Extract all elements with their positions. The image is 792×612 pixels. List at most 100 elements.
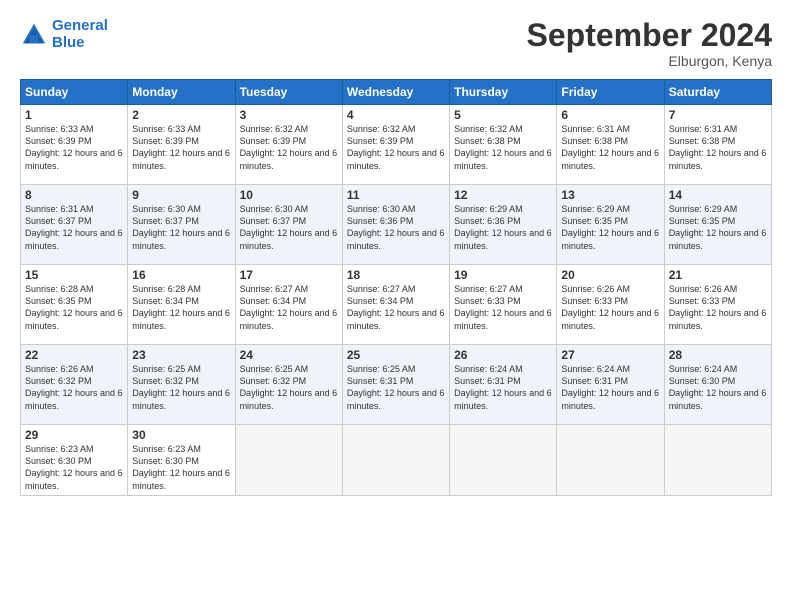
- cell-info: Sunrise: 6:24 AMSunset: 6:31 PMDaylight:…: [454, 364, 552, 410]
- col-header-saturday: Saturday: [664, 80, 771, 105]
- cell-info: Sunrise: 6:30 AMSunset: 6:37 PMDaylight:…: [132, 204, 230, 250]
- cell-info: Sunrise: 6:28 AMSunset: 6:35 PMDaylight:…: [25, 284, 123, 330]
- cell-info: Sunrise: 6:27 AMSunset: 6:34 PMDaylight:…: [347, 284, 445, 330]
- cal-cell: 7 Sunrise: 6:31 AMSunset: 6:38 PMDayligh…: [664, 105, 771, 185]
- day-number: 30: [132, 428, 230, 442]
- location: Elburgon, Kenya: [527, 53, 772, 69]
- logo-general: General: [52, 17, 108, 34]
- week-row-5: 29 Sunrise: 6:23 AMSunset: 6:30 PMDaylig…: [21, 425, 772, 496]
- cal-cell: 24 Sunrise: 6:25 AMSunset: 6:32 PMDaylig…: [235, 345, 342, 425]
- cell-info: Sunrise: 6:26 AMSunset: 6:33 PMDaylight:…: [669, 284, 767, 330]
- day-number: 19: [454, 268, 552, 282]
- cal-cell: 29 Sunrise: 6:23 AMSunset: 6:30 PMDaylig…: [21, 425, 128, 496]
- day-number: 2: [132, 108, 230, 122]
- day-number: 23: [132, 348, 230, 362]
- logo-icon: [20, 21, 48, 49]
- cal-cell: 2 Sunrise: 6:33 AMSunset: 6:39 PMDayligh…: [128, 105, 235, 185]
- cal-cell: [235, 425, 342, 496]
- calendar-table: SundayMondayTuesdayWednesdayThursdayFrid…: [20, 79, 772, 496]
- day-number: 21: [669, 268, 767, 282]
- day-number: 3: [240, 108, 338, 122]
- cell-info: Sunrise: 6:32 AMSunset: 6:39 PMDaylight:…: [347, 124, 445, 170]
- cell-info: Sunrise: 6:23 AMSunset: 6:30 PMDaylight:…: [25, 444, 123, 490]
- day-number: 4: [347, 108, 445, 122]
- cal-cell: 4 Sunrise: 6:32 AMSunset: 6:39 PMDayligh…: [342, 105, 449, 185]
- cal-cell: 8 Sunrise: 6:31 AMSunset: 6:37 PMDayligh…: [21, 185, 128, 265]
- month-title: September 2024: [527, 18, 772, 53]
- cal-cell: 13 Sunrise: 6:29 AMSunset: 6:35 PMDaylig…: [557, 185, 664, 265]
- cal-cell: 3 Sunrise: 6:32 AMSunset: 6:39 PMDayligh…: [235, 105, 342, 185]
- cal-cell: 14 Sunrise: 6:29 AMSunset: 6:35 PMDaylig…: [664, 185, 771, 265]
- logo-text: General Blue: [52, 18, 108, 51]
- logo: General Blue: [20, 18, 108, 51]
- cell-info: Sunrise: 6:26 AMSunset: 6:32 PMDaylight:…: [25, 364, 123, 410]
- cal-cell: 6 Sunrise: 6:31 AMSunset: 6:38 PMDayligh…: [557, 105, 664, 185]
- col-header-friday: Friday: [557, 80, 664, 105]
- cell-info: Sunrise: 6:32 AMSunset: 6:38 PMDaylight:…: [454, 124, 552, 170]
- cal-cell: [342, 425, 449, 496]
- cal-cell: 21 Sunrise: 6:26 AMSunset: 6:33 PMDaylig…: [664, 265, 771, 345]
- page: General Blue September 2024 Elburgon, Ke…: [0, 0, 792, 612]
- cal-cell: 11 Sunrise: 6:30 AMSunset: 6:36 PMDaylig…: [342, 185, 449, 265]
- cal-cell: 5 Sunrise: 6:32 AMSunset: 6:38 PMDayligh…: [450, 105, 557, 185]
- cal-cell: 12 Sunrise: 6:29 AMSunset: 6:36 PMDaylig…: [450, 185, 557, 265]
- cal-cell: [557, 425, 664, 496]
- day-number: 6: [561, 108, 659, 122]
- day-number: 15: [25, 268, 123, 282]
- cal-cell: 23 Sunrise: 6:25 AMSunset: 6:32 PMDaylig…: [128, 345, 235, 425]
- day-number: 28: [669, 348, 767, 362]
- col-header-thursday: Thursday: [450, 80, 557, 105]
- day-number: 8: [25, 188, 123, 202]
- day-number: 12: [454, 188, 552, 202]
- cal-cell: 17 Sunrise: 6:27 AMSunset: 6:34 PMDaylig…: [235, 265, 342, 345]
- cell-info: Sunrise: 6:24 AMSunset: 6:31 PMDaylight:…: [561, 364, 659, 410]
- cal-cell: 26 Sunrise: 6:24 AMSunset: 6:31 PMDaylig…: [450, 345, 557, 425]
- cell-info: Sunrise: 6:31 AMSunset: 6:38 PMDaylight:…: [561, 124, 659, 170]
- cal-cell: 10 Sunrise: 6:30 AMSunset: 6:37 PMDaylig…: [235, 185, 342, 265]
- cell-info: Sunrise: 6:32 AMSunset: 6:39 PMDaylight:…: [240, 124, 338, 170]
- day-number: 17: [240, 268, 338, 282]
- cell-info: Sunrise: 6:33 AMSunset: 6:39 PMDaylight:…: [25, 124, 123, 170]
- week-row-2: 8 Sunrise: 6:31 AMSunset: 6:37 PMDayligh…: [21, 185, 772, 265]
- day-number: 26: [454, 348, 552, 362]
- day-number: 27: [561, 348, 659, 362]
- header-row: SundayMondayTuesdayWednesdayThursdayFrid…: [21, 80, 772, 105]
- col-header-sunday: Sunday: [21, 80, 128, 105]
- cal-cell: 22 Sunrise: 6:26 AMSunset: 6:32 PMDaylig…: [21, 345, 128, 425]
- header: General Blue September 2024 Elburgon, Ke…: [20, 18, 772, 69]
- cell-info: Sunrise: 6:25 AMSunset: 6:31 PMDaylight:…: [347, 364, 445, 410]
- week-row-4: 22 Sunrise: 6:26 AMSunset: 6:32 PMDaylig…: [21, 345, 772, 425]
- day-number: 24: [240, 348, 338, 362]
- day-number: 16: [132, 268, 230, 282]
- col-header-wednesday: Wednesday: [342, 80, 449, 105]
- col-header-tuesday: Tuesday: [235, 80, 342, 105]
- cell-info: Sunrise: 6:26 AMSunset: 6:33 PMDaylight:…: [561, 284, 659, 330]
- cell-info: Sunrise: 6:24 AMSunset: 6:30 PMDaylight:…: [669, 364, 767, 410]
- week-row-1: 1 Sunrise: 6:33 AMSunset: 6:39 PMDayligh…: [21, 105, 772, 185]
- day-number: 22: [25, 348, 123, 362]
- cell-info: Sunrise: 6:33 AMSunset: 6:39 PMDaylight:…: [132, 124, 230, 170]
- cell-info: Sunrise: 6:27 AMSunset: 6:34 PMDaylight:…: [240, 284, 338, 330]
- cell-info: Sunrise: 6:29 AMSunset: 6:35 PMDaylight:…: [669, 204, 767, 250]
- day-number: 18: [347, 268, 445, 282]
- cal-cell: 19 Sunrise: 6:27 AMSunset: 6:33 PMDaylig…: [450, 265, 557, 345]
- day-number: 14: [669, 188, 767, 202]
- cal-cell: 18 Sunrise: 6:27 AMSunset: 6:34 PMDaylig…: [342, 265, 449, 345]
- cal-cell: 25 Sunrise: 6:25 AMSunset: 6:31 PMDaylig…: [342, 345, 449, 425]
- cal-cell: 30 Sunrise: 6:23 AMSunset: 6:30 PMDaylig…: [128, 425, 235, 496]
- day-number: 11: [347, 188, 445, 202]
- day-number: 9: [132, 188, 230, 202]
- logo-blue: Blue: [52, 34, 85, 51]
- cell-info: Sunrise: 6:25 AMSunset: 6:32 PMDaylight:…: [132, 364, 230, 410]
- cal-cell: 9 Sunrise: 6:30 AMSunset: 6:37 PMDayligh…: [128, 185, 235, 265]
- cal-cell: 20 Sunrise: 6:26 AMSunset: 6:33 PMDaylig…: [557, 265, 664, 345]
- day-number: 25: [347, 348, 445, 362]
- day-number: 29: [25, 428, 123, 442]
- day-number: 7: [669, 108, 767, 122]
- cal-cell: 1 Sunrise: 6:33 AMSunset: 6:39 PMDayligh…: [21, 105, 128, 185]
- cell-info: Sunrise: 6:28 AMSunset: 6:34 PMDaylight:…: [132, 284, 230, 330]
- cell-info: Sunrise: 6:25 AMSunset: 6:32 PMDaylight:…: [240, 364, 338, 410]
- cal-cell: 16 Sunrise: 6:28 AMSunset: 6:34 PMDaylig…: [128, 265, 235, 345]
- cell-info: Sunrise: 6:29 AMSunset: 6:36 PMDaylight:…: [454, 204, 552, 250]
- cal-cell: 28 Sunrise: 6:24 AMSunset: 6:30 PMDaylig…: [664, 345, 771, 425]
